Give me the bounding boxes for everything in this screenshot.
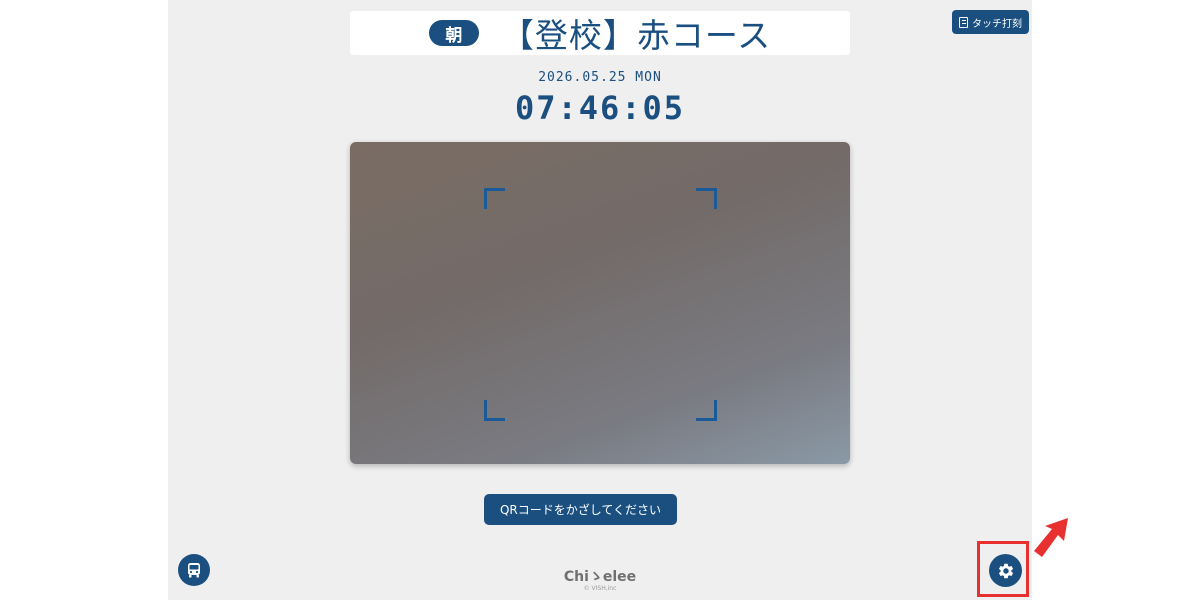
time-display: 07:46:05 [514,89,686,127]
app-screen: 朝 【登校】赤コース タッチ打刻 2026.05.25 MON 07:46:05… [168,0,1032,600]
app-logo: Chiゝelee [563,569,637,585]
copyright-text: © VISH,inc [583,585,617,592]
document-icon [959,16,968,28]
period-badge: 朝 [428,20,479,46]
qr-instruction-button[interactable]: QRコードをかざしてください [484,494,677,525]
scan-frame-corner-bottom-right [696,400,717,421]
scan-frame-corner-top-right [696,188,717,209]
touch-punch-button[interactable]: タッチ打刻 [952,10,1029,34]
scan-frame-corner-top-left [484,188,505,209]
annotation-arrow-icon [1034,518,1068,557]
date-display: 2026.05.25 MON [538,70,662,85]
scan-frame-corner-bottom-left [484,400,505,421]
touch-punch-label: タッチ打刻 [972,18,1022,30]
settings-highlight-box [977,541,1029,597]
course-title: 【登校】赤コース [500,16,772,55]
course-header: 朝 【登校】赤コース [350,11,850,55]
qr-camera-view [350,142,850,464]
